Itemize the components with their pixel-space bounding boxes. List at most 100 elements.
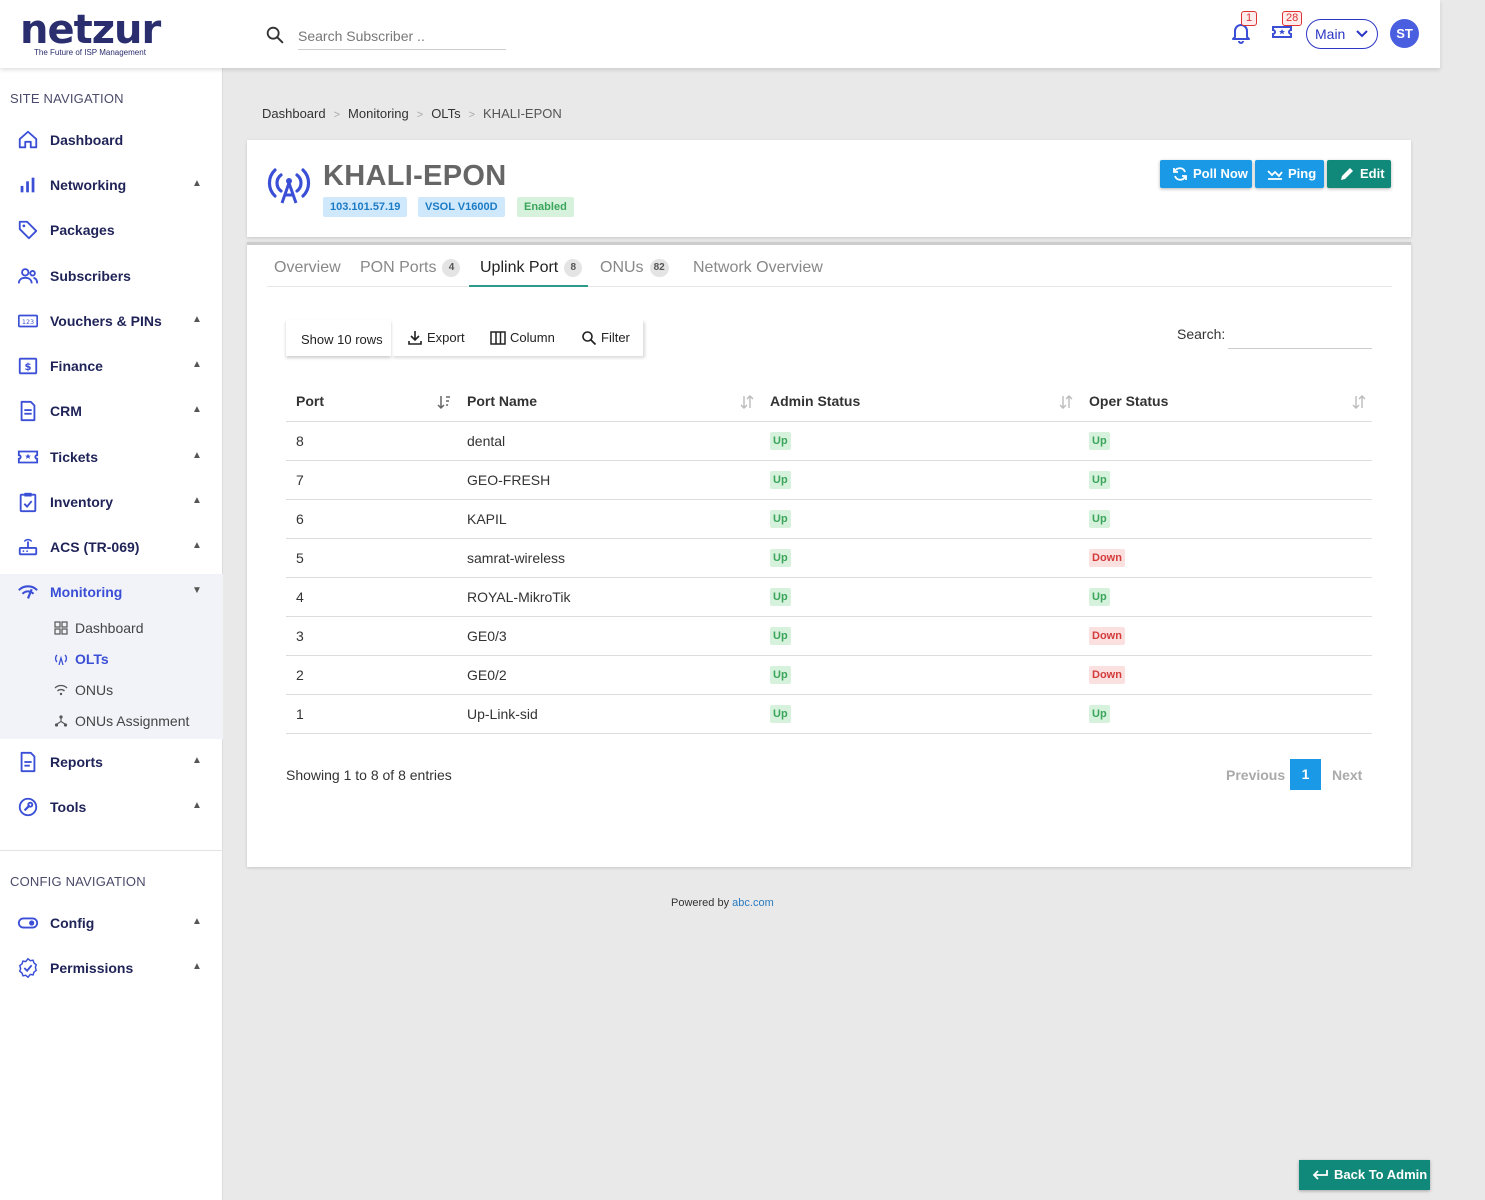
tab-count: 8 [564,259,583,277]
sidebar-item-reports[interactable]: Reports ▲ [0,740,223,784]
sidebar-item-label: Packages [50,222,115,238]
sidebar-item-packages[interactable]: Packages [0,208,223,252]
page-1-button[interactable]: 1 [1290,759,1321,790]
user-avatar[interactable]: ST [1390,19,1419,48]
sidebar: SITE NAVIGATION Dashboard Networking ▲ P… [0,68,223,1200]
pencil-icon [1341,168,1353,180]
logo-text: netzur [20,7,161,53]
ping-button[interactable]: Ping [1255,160,1324,188]
expand-arrow-icon: ▲ [192,359,202,370]
breadcrumb-dashboard[interactable]: Dashboard [262,106,326,121]
tab-pon-ports[interactable]: PON Ports 4 [360,259,461,287]
submenu-item-label: OLTs [75,651,109,667]
sidebar-item-vouchers[interactable]: 123 Vouchers & PINs ▲ [0,299,223,343]
sidebar-item-label: Monitoring [50,584,123,600]
breadcrumb-monitoring[interactable]: Monitoring [348,106,409,121]
wifi-icon [54,684,68,696]
tab-network-overview[interactable]: Network Overview [693,259,823,287]
column-header-admin-status[interactable]: Admin Status [760,381,1079,422]
breadcrumb: Dashboard > Monitoring > OLTs > KHALI-EPON [262,106,562,121]
expand-arrow-icon: ▲ [192,495,202,506]
sidebar-item-label: Vouchers & PINs [50,313,162,329]
submenu-item-label: ONUs [75,682,114,698]
column-header-oper-status[interactable]: Oper Status [1079,381,1372,422]
submenu-item-onus[interactable]: ONUs [0,676,223,704]
search-icon [266,26,284,44]
show-rows-button[interactable]: Show 10 rows [286,320,391,356]
sidebar-item-finance[interactable]: $ Finance ▲ [0,344,223,388]
sidebar-item-acs[interactable]: ACS (TR-069) ▲ [0,525,223,569]
sidebar-item-tools[interactable]: Tools ▲ [0,785,223,829]
pulse-icon [1267,170,1283,180]
svg-text:$: $ [24,362,31,373]
ip-badge: 103.101.57.19 [323,197,408,217]
voucher-icon: 123 [18,314,38,328]
columns-icon [490,331,506,345]
sidebar-divider [0,850,223,851]
site-navigation-heading: SITE NAVIGATION [10,91,124,106]
workspace-select[interactable]: Main [1306,19,1378,49]
edit-button[interactable]: Edit [1327,160,1391,188]
sidebar-item-inventory[interactable]: Inventory ▲ [0,480,223,524]
sidebar-item-monitoring[interactable]: Monitoring ▼ [0,570,223,614]
sidebar-item-crm[interactable]: CRM ▲ [0,389,223,433]
back-to-admin-button[interactable]: Back To Admin [1299,1160,1430,1190]
sidebar-item-permissions[interactable]: Permissions ▲ [0,946,223,990]
wrench-icon [18,797,38,817]
sidebar-item-dashboard[interactable]: Dashboard [0,118,223,162]
column-header-label: Port [296,392,324,409]
search-input[interactable] [298,22,506,50]
submenu-item-dashboard[interactable]: Dashboard [0,614,223,642]
column-header-port[interactable]: Port [286,381,457,422]
poll-now-button[interactable]: Poll Now [1160,160,1252,188]
sidebar-item-config[interactable]: Config ▲ [0,901,223,945]
tab-overview[interactable]: Overview [274,259,341,287]
oper-status-badge: Down [1089,627,1125,645]
logo[interactable]: netzur The Future of ISP Management [20,7,161,60]
submenu-item-olts[interactable]: OLTs [0,645,223,673]
table-search-label: Search: [1177,326,1226,342]
download-icon [408,331,422,345]
sidebar-item-label: ACS (TR-069) [50,539,140,555]
sidebar-item-label: Inventory [50,494,114,510]
monitoring-submenu: Monitoring ▼ Dashboard OLTs ONUs ONUs As… [0,574,223,739]
table-row: 5 samrat-wireless Up Down [286,538,1372,578]
share-icon [54,715,68,727]
tab-onus[interactable]: ONUs 82 [600,259,669,287]
oper-status-badge: Down [1089,666,1125,684]
tickets-button[interactable]: 28 [1270,11,1303,46]
expand-arrow-icon: ▲ [192,314,202,325]
column-header-port-name[interactable]: Port Name [457,381,760,422]
tab-label: Overview [274,259,341,276]
logo-tagline: The Future of ISP Management [34,48,146,57]
column-header-label: Oper Status [1089,392,1169,409]
sidebar-item-networking[interactable]: Networking ▲ [0,163,223,207]
next-page-button[interactable]: Next [1332,767,1362,783]
powered-by-link[interactable]: abc.com [732,897,774,909]
table-row: 2 GE0/2 Up Down [286,655,1372,695]
submenu-item-label: ONUs Assignment [75,713,190,729]
tab-uplink-port[interactable]: Uplink Port 8 [480,259,583,287]
expand-arrow-icon: ▲ [192,916,202,927]
breadcrumb-olts[interactable]: OLTs [431,106,460,121]
refresh-icon [1173,167,1187,181]
column-header-label: Port Name [467,392,538,409]
badge-check-icon [18,957,38,979]
submenu-item-onus-assignment[interactable]: ONUs Assignment [0,707,223,735]
table-row: 6 KAPIL Up Up [286,499,1372,539]
port-name-cell: samrat-wireless [457,538,760,578]
sidebar-item-subscribers[interactable]: Subscribers [0,254,223,298]
notifications-button[interactable]: 1 [1229,11,1257,46]
ping-label: Ping [1288,166,1317,181]
table-search-input[interactable] [1228,323,1372,349]
oper-status-badge: Up [1089,432,1110,450]
tab-count: 82 [649,259,669,277]
breadcrumb-separator: > [416,109,424,121]
previous-page-button[interactable]: Previous [1226,767,1285,783]
tickets-count: 28 [1282,11,1303,26]
sidebar-item-tickets[interactable]: Tickets ▲ [0,435,223,479]
port-name-cell: GE0/3 [457,616,760,656]
chevron-down-icon [1356,30,1368,38]
port-cell: 1 [286,694,457,734]
port-cell: 3 [286,616,457,656]
